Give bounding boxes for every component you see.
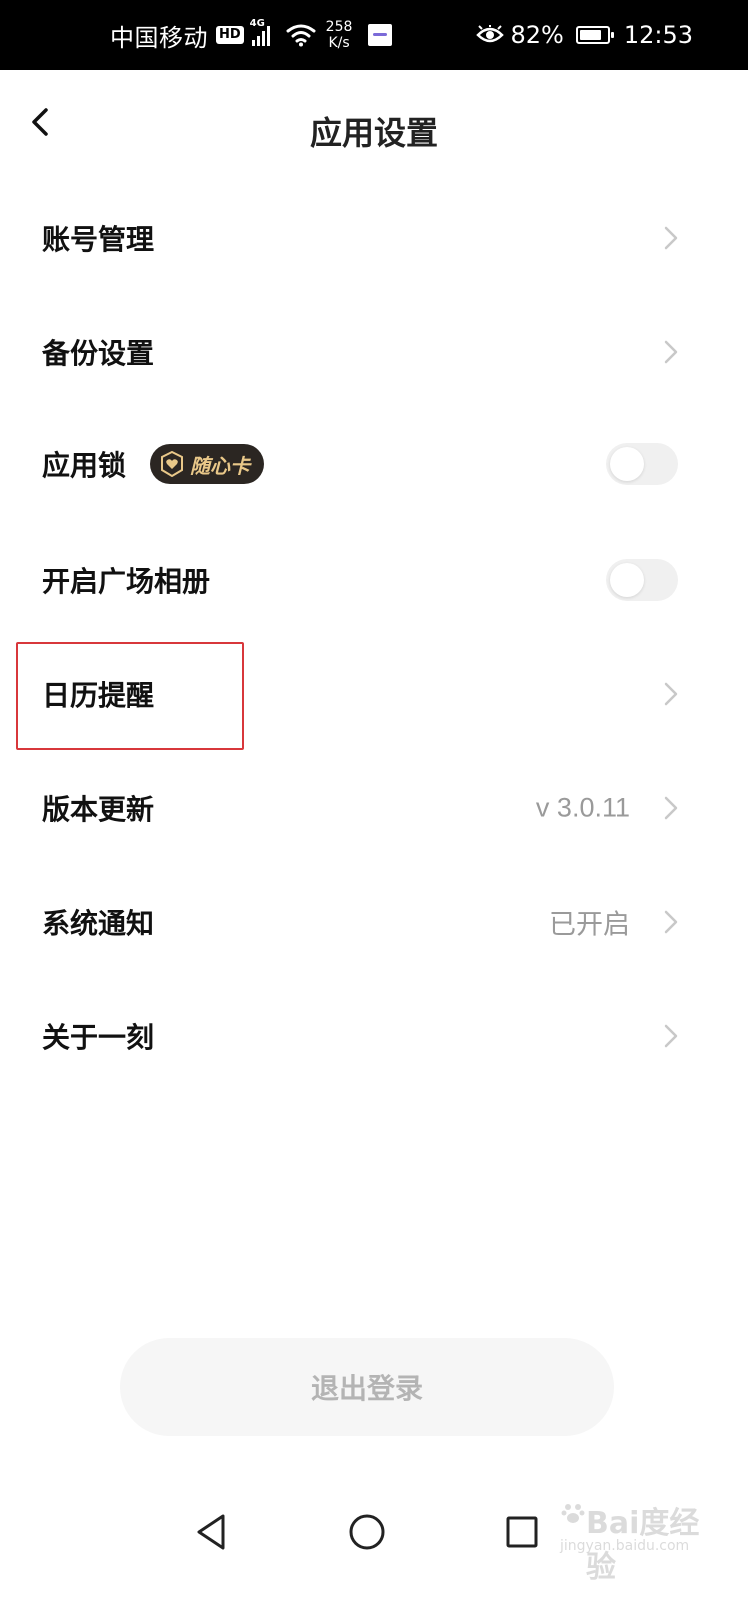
heart-shield-icon	[161, 451, 183, 477]
setting-row-calendar-reminder[interactable]: 日历提醒	[0, 636, 748, 752]
status-bar-left: 中国移动 HD 4G 258 K/s	[110, 0, 393, 70]
toggle-knob	[610, 563, 644, 597]
app-lock-toggle[interactable]	[606, 443, 678, 485]
status-bar: 中国移动 HD 4G 258 K/s 82% 12:53	[0, 0, 748, 70]
chevron-right-icon	[664, 226, 678, 250]
carrier-name: 中国移动	[110, 23, 208, 52]
setting-row-about[interactable]: 关于一刻	[0, 978, 748, 1094]
setting-label: 备份设置	[42, 337, 155, 370]
setting-label: 应用锁	[42, 449, 127, 482]
header: 应用设置	[0, 70, 748, 188]
wifi-icon	[286, 24, 316, 47]
vip-card-badge[interactable]: 随心卡	[150, 444, 264, 484]
chevron-right-icon	[664, 340, 678, 364]
home-circle-icon[interactable]	[339, 1504, 395, 1560]
setting-row-app-lock: 应用锁 随心卡	[0, 406, 748, 522]
setting-label: 系统通知	[42, 907, 155, 940]
setting-row-plaza-album: 开启广场相册	[0, 522, 748, 638]
plaza-album-toggle[interactable]	[606, 559, 678, 601]
vip-badge-label: 随心卡	[190, 453, 250, 478]
chevron-right-icon	[664, 910, 678, 934]
chevron-right-icon	[664, 1024, 678, 1048]
toggle-knob	[610, 447, 644, 481]
status-bar-right: 82% 12:53	[476, 0, 693, 70]
setting-row-version-update[interactable]: 版本更新 v 3.0.11	[0, 750, 748, 866]
notification-status-value: 已开启	[549, 909, 630, 940]
battery-percent: 82%	[510, 21, 564, 49]
battery-fill	[579, 30, 601, 40]
recents-square-icon[interactable]	[494, 1504, 550, 1560]
logout-button[interactable]: 退出登录	[120, 1338, 614, 1436]
notification-icon	[368, 24, 393, 46]
hd-icon: HD	[216, 26, 244, 44]
setting-row-account[interactable]: 账号管理	[0, 180, 748, 296]
app-root: 中国移动 HD 4G 258 K/s 82% 12:53 应用设置 账号管理 备…	[0, 0, 748, 1600]
clock: 12:53	[623, 21, 693, 49]
battery-icon	[575, 26, 614, 44]
eye-comfort-icon	[476, 25, 505, 43]
speed-unit: K/s	[328, 35, 350, 51]
page-title: 应用设置	[309, 114, 438, 152]
setting-row-backup[interactable]: 备份设置	[0, 294, 748, 410]
setting-row-system-notification[interactable]: 系统通知 已开启	[0, 864, 748, 980]
setting-label: 版本更新	[42, 793, 155, 826]
setting-label: 日历提醒	[42, 679, 155, 712]
setting-label: 账号管理	[42, 223, 155, 256]
logout-label: 退出登录	[310, 1372, 423, 1405]
chevron-right-icon	[664, 682, 678, 706]
back-triangle-icon[interactable]	[183, 1504, 239, 1560]
setting-label: 开启广场相册	[42, 565, 211, 598]
signal-icon: 4G	[250, 18, 270, 46]
setting-label: 关于一刻	[42, 1021, 155, 1054]
system-nav-bar	[0, 1480, 748, 1600]
version-value: v 3.0.11	[535, 792, 630, 823]
speed-value: 258	[325, 19, 353, 35]
network-type-label: 4G	[249, 18, 265, 29]
network-speed: 258 K/s	[326, 19, 353, 51]
chevron-right-icon	[664, 796, 678, 820]
